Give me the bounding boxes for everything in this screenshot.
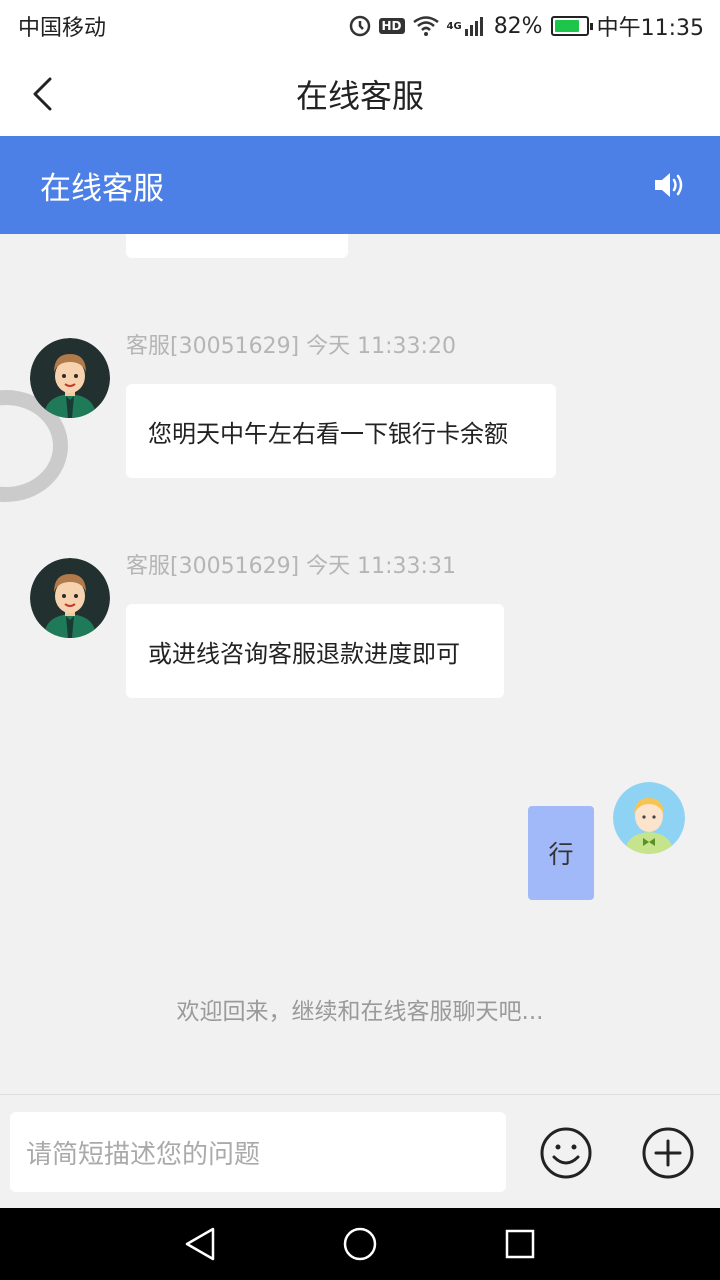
- nav-back-button[interactable]: [170, 1214, 230, 1274]
- system-nav-bar: [0, 1208, 720, 1280]
- message-bubble-partial: [126, 234, 348, 258]
- user-avatar: [613, 782, 685, 854]
- agent-avatar: [30, 558, 110, 638]
- app-bar: 在线客服: [0, 52, 720, 136]
- circle-home-icon: [343, 1227, 377, 1261]
- triangle-back-icon: [185, 1227, 215, 1261]
- message-meta: 客服[30051629] 今天 11:33:31: [126, 554, 456, 579]
- nav-recent-button[interactable]: [490, 1214, 550, 1274]
- square-recent-icon: [505, 1229, 535, 1259]
- smiley-icon: [540, 1127, 592, 1179]
- chat-header-title: 在线客服: [40, 170, 164, 207]
- chat-area[interactable]: 客服[30051629] 今天 11:33:20 您明天中午左右看一下银行卡余额…: [0, 234, 720, 1094]
- more-button[interactable]: [640, 1125, 696, 1181]
- network-label: 4G: [446, 20, 462, 32]
- status-bar: 中国移动 HD 4G 82% 中午11:35: [0, 0, 720, 52]
- hd-icon: HD: [378, 18, 405, 34]
- status-icons: HD 4G 82% 中午11:35: [349, 10, 704, 42]
- agent-avatar: [30, 338, 110, 418]
- agent-message-bubble: 您明天中午左右看一下银行卡余额: [126, 384, 556, 478]
- nav-home-button[interactable]: [330, 1214, 390, 1274]
- battery-icon: [550, 16, 593, 36]
- welcome-message: 欢迎回来，继续和在线客服聊天吧...: [176, 999, 544, 1025]
- speaker-button[interactable]: [650, 165, 690, 205]
- battery-percent: 82%: [493, 13, 543, 39]
- chevron-left-icon: [33, 77, 52, 111]
- plus-circle-icon: [642, 1127, 694, 1179]
- message-meta: 客服[30051629] 今天 11:33:20: [126, 334, 456, 359]
- user-message-bubble: 行: [528, 806, 594, 900]
- page-title: 在线客服: [295, 77, 424, 115]
- agent-message-bubble: 或进线咨询客服退款进度即可: [126, 604, 504, 698]
- back-button[interactable]: [22, 74, 62, 114]
- chat-header: 在线客服: [0, 136, 720, 234]
- emoji-button[interactable]: [538, 1125, 594, 1181]
- battery-level: [554, 20, 580, 32]
- speaker-icon: [655, 173, 683, 197]
- clock: 中午11:35: [596, 16, 704, 41]
- input-bar: 请简短描述您的问题: [0, 1094, 720, 1208]
- message-input[interactable]: 请简短描述您的问题: [10, 1112, 506, 1192]
- carrier-name: 中国移动: [18, 16, 107, 41]
- alarm-icon: [349, 15, 371, 37]
- signal-icon: 4G: [447, 15, 486, 37]
- wifi-icon: [412, 16, 439, 36]
